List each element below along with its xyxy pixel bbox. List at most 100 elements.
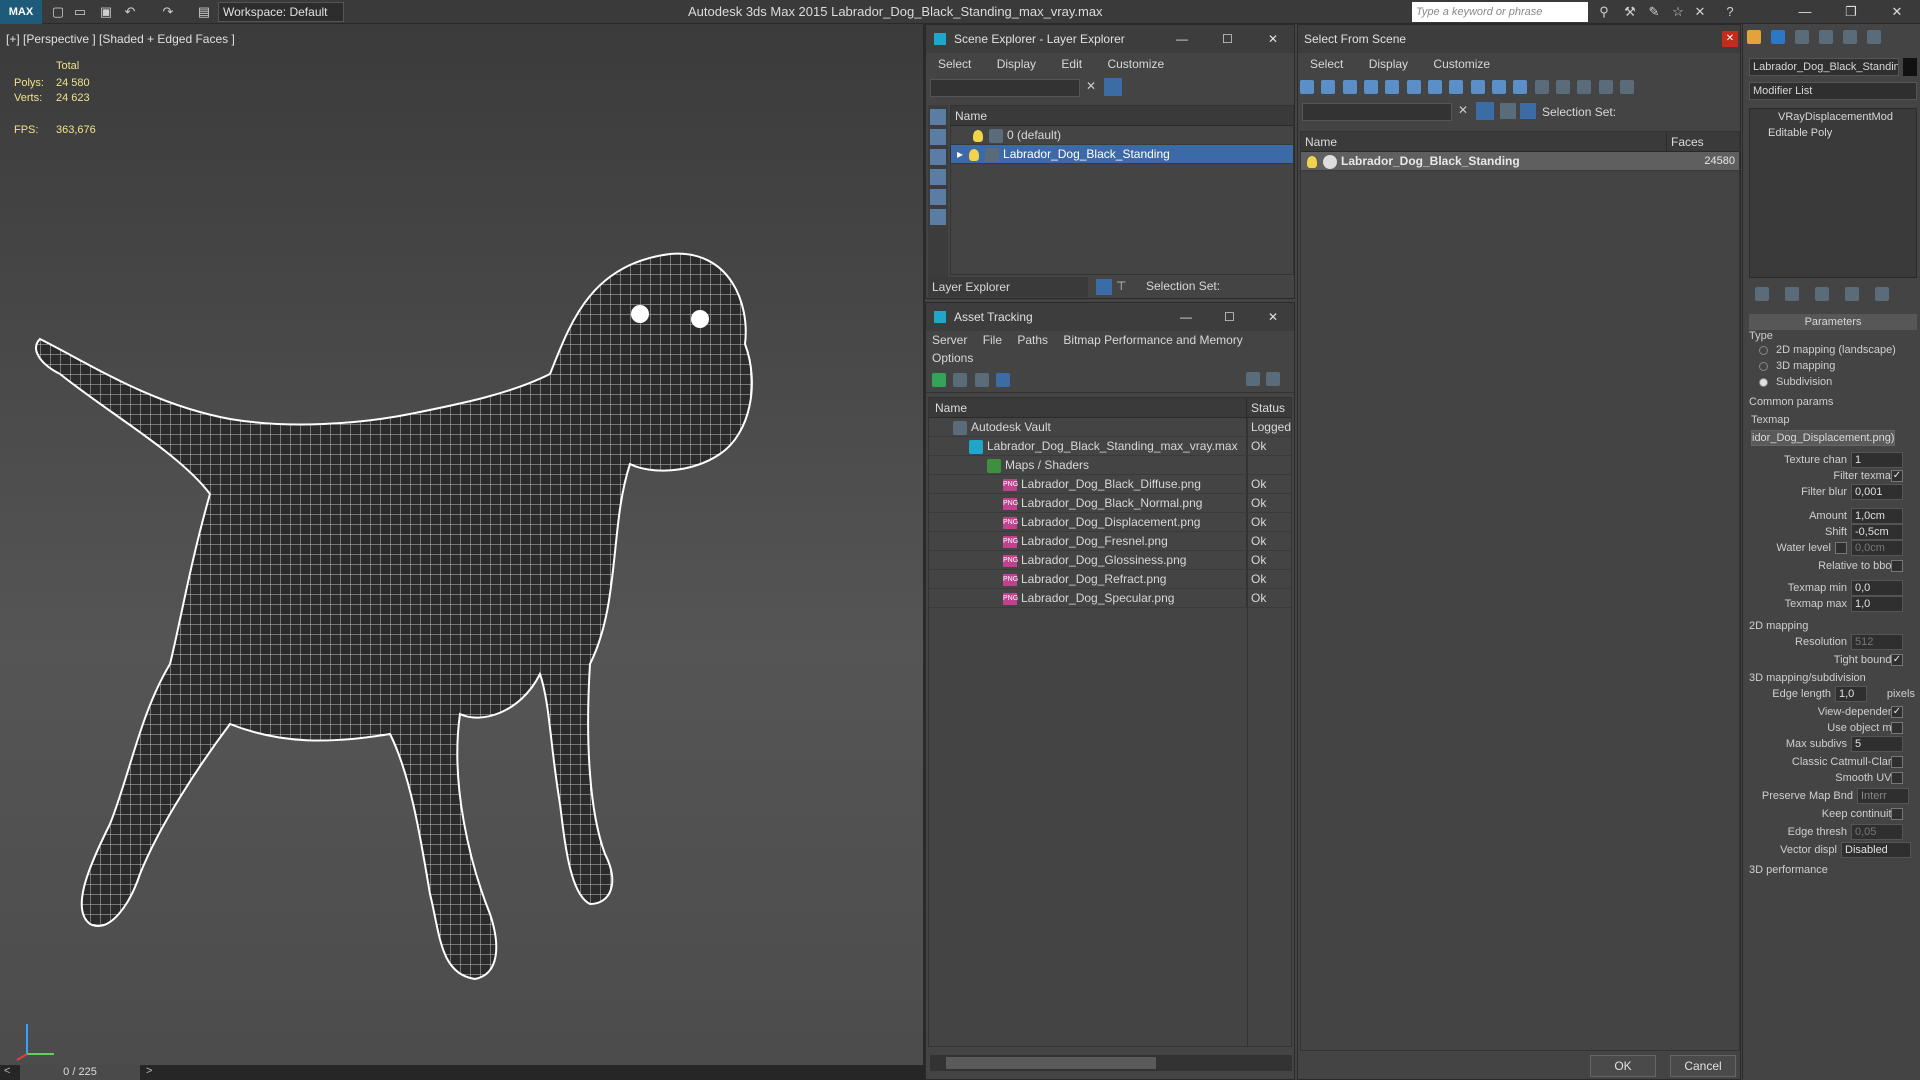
open-icon[interactable]: ▭	[72, 4, 88, 20]
light-bulb-icon[interactable]	[969, 148, 980, 161]
at-close-icon[interactable]: ✕	[1268, 303, 1278, 331]
se-menu-edit[interactable]: Edit	[1061, 57, 1082, 71]
sfs-close-icon[interactable]: ✕	[1722, 31, 1738, 47]
se-tool-4-icon[interactable]	[930, 169, 946, 185]
se-tool-5-icon[interactable]	[930, 189, 946, 205]
viewport-label[interactable]: [+] [Perspective ] [Shaded + Edged Faces…	[6, 32, 235, 46]
shift-input[interactable]: -0,5cm	[1851, 524, 1903, 540]
dog-wireframe-model[interactable]	[30, 244, 910, 1024]
refresh-icon[interactable]	[932, 372, 946, 387]
amount-input[interactable]: 1,0cm	[1851, 508, 1903, 524]
workspace-dropdown[interactable]: Workspace: Default	[218, 2, 344, 22]
sfs-spacewarps-icon[interactable]	[1406, 79, 1421, 94]
sfs-geometry-icon[interactable]	[1300, 79, 1314, 94]
se-tool-3-icon[interactable]	[930, 149, 946, 165]
sfs-menu-select[interactable]: Select	[1310, 57, 1343, 71]
asset-hscrollbar[interactable]	[930, 1055, 1292, 1071]
perspective-viewport[interactable]: [+] [Perspective ] [Shaded + Edged Faces…	[0, 24, 925, 1065]
make-unique-icon[interactable]	[1815, 287, 1829, 301]
new-icon[interactable]: ▢	[50, 4, 66, 20]
app-logo[interactable]: MAX	[0, 0, 42, 24]
object-name-field[interactable]: Labrador_Dog_Black_Standin	[1749, 58, 1899, 76]
star-icon[interactable]: ☆	[1670, 4, 1686, 20]
se-filter-icon[interactable]	[1104, 78, 1122, 96]
layer-row-labrador[interactable]: ▸ Labrador_Dog_Black_Standing	[951, 145, 1293, 164]
se-minimize-icon[interactable]: —	[1176, 25, 1188, 53]
at-minimize-icon[interactable]: —	[1180, 303, 1192, 331]
radio-subdivision[interactable]: Subdivision	[1759, 376, 1832, 388]
at-menu-options[interactable]: Options	[926, 349, 1294, 367]
edge-thresh-input[interactable]: 0,05	[1851, 824, 1903, 840]
at-menu-bitmap[interactable]: Bitmap Performance and Memory	[1063, 333, 1242, 347]
sfs-shapes-icon[interactable]	[1321, 79, 1336, 94]
configure-sets-icon[interactable]	[1875, 287, 1889, 301]
keep-continuity-checkbox[interactable]	[1891, 808, 1903, 820]
sfs-invert-icon[interactable]	[1577, 79, 1592, 94]
sfs-filter-icon[interactable]	[1598, 79, 1613, 94]
sfs-layers-icon[interactable]	[1500, 103, 1516, 119]
sfs-lights-icon[interactable]	[1342, 79, 1357, 94]
se-search-field[interactable]	[930, 79, 1080, 97]
next-frame-icon[interactable]: >	[146, 1065, 152, 1077]
exchange-icon[interactable]: ✕	[1692, 4, 1708, 20]
water-level-checkbox[interactable]	[1835, 542, 1847, 554]
undo-icon[interactable]: ↶	[122, 4, 138, 20]
list-icon[interactable]	[953, 372, 968, 387]
table-view-icon[interactable]	[996, 372, 1011, 387]
sfs-helpers-icon[interactable]	[1385, 79, 1400, 94]
use-object-mtl-checkbox[interactable]	[1891, 722, 1903, 734]
hierarchy-icon[interactable]: ⊤	[1116, 279, 1132, 295]
resolution-input[interactable]: 512	[1851, 634, 1903, 650]
light-bulb-icon[interactable]	[973, 129, 983, 142]
asset-tracking-titlebar[interactable]: Asset Tracking — ☐ ✕	[926, 303, 1294, 331]
sfs-hierarchy-toggle-icon[interactable]	[1520, 103, 1536, 119]
sfs-all-icon[interactable]	[1534, 79, 1549, 94]
radio-2d-mapping[interactable]: 2D mapping (landscape)	[1759, 344, 1896, 356]
tight-bounds-checkbox[interactable]: ✓	[1891, 654, 1903, 666]
motion-tab-icon[interactable]	[1819, 30, 1833, 44]
classic-catmull-checkbox[interactable]	[1891, 756, 1903, 768]
view-dependent-checkbox[interactable]: ✓	[1891, 706, 1903, 718]
se-menu-display[interactable]: Display	[997, 57, 1036, 71]
scene-explorer-titlebar[interactable]: Scene Explorer - Layer Explorer — ☐ ✕	[926, 25, 1294, 53]
texmap-max-input[interactable]: 1,0	[1851, 596, 1903, 612]
show-end-result-icon[interactable]	[1785, 287, 1799, 301]
redo-icon[interactable]: ↷	[160, 4, 176, 20]
se-tool-1-icon[interactable]	[930, 109, 946, 125]
sfs-clear-icon[interactable]: ✕	[1458, 103, 1468, 117]
asset-row[interactable]: PNG Labrador_Dog_Fresnel.png Ok	[929, 532, 1291, 551]
signin-icon[interactable]: ✎	[1646, 4, 1662, 20]
sfs-menu-display[interactable]: Display	[1369, 57, 1408, 71]
asset-col-status[interactable]: Status	[1247, 398, 1291, 417]
asset-row[interactable]: PNG Labrador_Dog_Glossiness.png Ok	[929, 551, 1291, 570]
cancel-button[interactable]: Cancel	[1670, 1055, 1736, 1077]
filter-blur-input[interactable]: 0,001	[1851, 484, 1903, 500]
at-help-icon[interactable]	[1246, 372, 1260, 386]
utilities-tab-icon[interactable]	[1867, 30, 1881, 44]
time-slider-track[interactable]: < 0 / 225 >	[0, 1065, 925, 1080]
se-close-icon[interactable]: ✕	[1268, 25, 1278, 53]
layers-icon[interactable]	[1096, 279, 1112, 295]
minimize-icon[interactable]: —	[1782, 0, 1828, 24]
vector-displ-dropdown[interactable]: Disabled	[1841, 842, 1911, 858]
se-tool-6-icon[interactable]	[930, 209, 946, 225]
sfs-xrefs-icon[interactable]	[1449, 79, 1464, 94]
sfs-titlebar[interactable]: Select From Scene ✕	[1298, 25, 1740, 53]
stack-item-editable-poly[interactable]: Editable Poly	[1750, 125, 1916, 141]
object-color-swatch[interactable]	[1903, 58, 1917, 76]
sfs-groups-icon[interactable]	[1428, 79, 1443, 94]
asset-col-name[interactable]: Name	[929, 398, 1247, 417]
search-input[interactable]: Type a keyword or phrase	[1412, 2, 1588, 22]
radio-3d-mapping[interactable]: 3D mapping	[1759, 360, 1835, 372]
thumbnail-icon[interactable]	[974, 372, 989, 387]
remove-modifier-icon[interactable]	[1845, 287, 1859, 301]
asset-row[interactable]: PNG Labrador_Dog_Specular.png Ok	[929, 589, 1291, 608]
texmap-min-input[interactable]: 0,0	[1851, 580, 1903, 596]
se-clear-icon[interactable]: ✕	[1086, 79, 1096, 93]
smooth-uvs-checkbox[interactable]	[1891, 772, 1903, 784]
at-menu-paths[interactable]: Paths	[1017, 333, 1048, 347]
save-icon[interactable]: ▣	[98, 4, 114, 20]
close-icon[interactable]: ✕	[1874, 0, 1920, 24]
layer-explorer-dropdown[interactable]: Layer Explorer	[928, 277, 1088, 297]
pin-stack-icon[interactable]	[1755, 287, 1769, 301]
